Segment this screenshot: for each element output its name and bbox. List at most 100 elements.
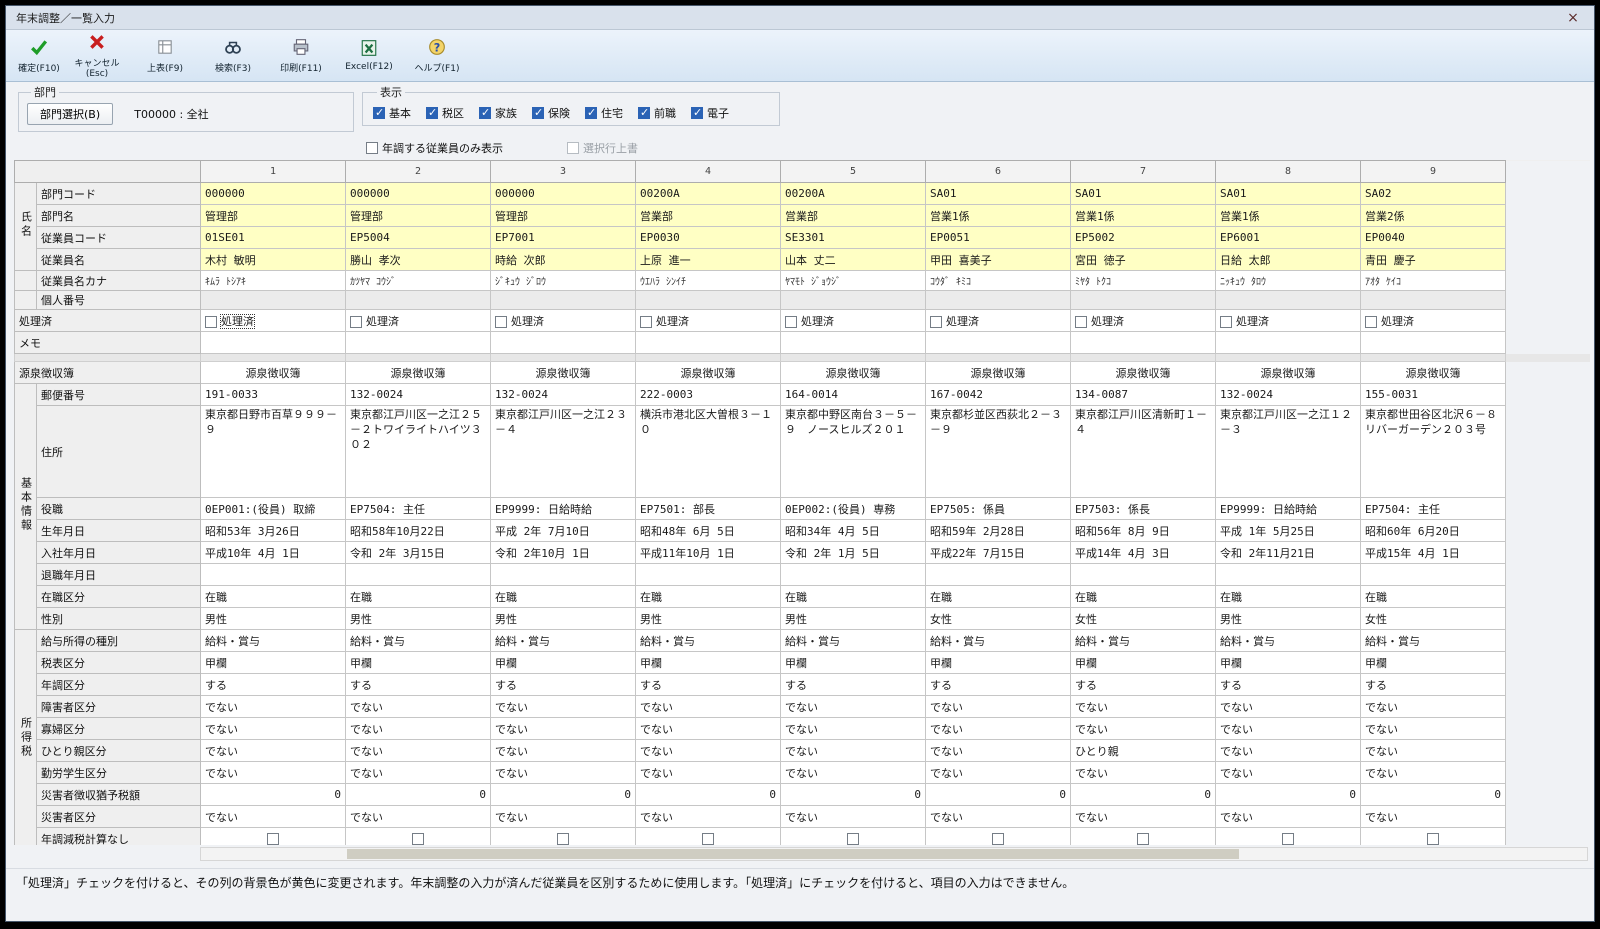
grid-cell[interactable] — [201, 291, 346, 310]
grid-cell[interactable]: 令和 2年 1月 5日 — [781, 542, 926, 564]
processed-checkbox[interactable] — [495, 316, 507, 328]
grid-cell[interactable]: 昭和59年 2月28日 — [926, 520, 1071, 542]
column-header[interactable]: 2 — [346, 161, 491, 183]
grid-cell[interactable]: でない — [636, 718, 781, 740]
grid-cell[interactable]: でない — [201, 762, 346, 784]
grid-cell[interactable]: でない — [636, 806, 781, 828]
grid-cell[interactable]: する — [201, 674, 346, 696]
checkbox-checked-icon[interactable] — [585, 107, 597, 119]
grid-cell[interactable] — [201, 828, 346, 846]
grid-cell[interactable] — [781, 332, 926, 354]
display-option-housing[interactable]: 住宅 — [585, 105, 623, 121]
grid-cell[interactable]: EP0051 — [926, 227, 1071, 249]
grid-cell[interactable] — [926, 564, 1071, 586]
grid-cell[interactable]: 処理済 — [636, 310, 781, 332]
grid-cell[interactable]: 平成 2年 7月10日 — [491, 520, 636, 542]
grid-cell[interactable] — [1071, 828, 1216, 846]
grid-cell[interactable]: 132-0024 — [1216, 384, 1361, 406]
grid-cell[interactable] — [346, 828, 491, 846]
grid-cell[interactable]: でない — [346, 806, 491, 828]
no-reduction-checkbox[interactable] — [1282, 833, 1294, 845]
grid-cell[interactable]: 横浜市港北区大曽根３－１０ — [636, 406, 781, 498]
grid-cell[interactable]: 東京都杉並区西荻北２－３－９ — [926, 406, 1071, 498]
display-option-prevjob[interactable]: 前職 — [638, 105, 676, 121]
grid-cell[interactable]: 在職 — [201, 586, 346, 608]
grid-cell[interactable]: でない — [1361, 740, 1506, 762]
grid-cell[interactable]: EP0040 — [1361, 227, 1506, 249]
grid-cell[interactable]: 令和 2年11月21日 — [1216, 542, 1361, 564]
grid-cell[interactable]: 00200A — [781, 183, 926, 205]
grid-cell[interactable] — [491, 291, 636, 310]
grid-cell[interactable]: でない — [781, 718, 926, 740]
processed-checkbox[interactable] — [1075, 316, 1087, 328]
department-select-button[interactable]: 部門選択(B) — [27, 103, 113, 125]
grid-cell[interactable]: 昭和53年 3月26日 — [201, 520, 346, 542]
grid-cell[interactable] — [781, 828, 926, 846]
no-reduction-checkbox[interactable] — [557, 833, 569, 845]
grid-cell[interactable]: 在職 — [491, 586, 636, 608]
grid-cell[interactable]: ひとり親 — [1071, 740, 1216, 762]
grid-cell[interactable] — [926, 332, 1071, 354]
grid-cell[interactable]: でない — [636, 740, 781, 762]
grid-cell[interactable]: 東京都江戸川区一之江２５－２トワイライトハイツ３０２ — [346, 406, 491, 498]
grid-cell[interactable]: 処理済 — [201, 310, 346, 332]
grid-cell[interactable]: 0 — [1361, 784, 1506, 806]
grid-cell[interactable] — [201, 564, 346, 586]
grid-cell[interactable]: 在職 — [926, 586, 1071, 608]
processed-checkbox[interactable] — [640, 316, 652, 328]
processed-checkbox[interactable] — [1220, 316, 1232, 328]
grid-cell[interactable]: 女性 — [1361, 608, 1506, 630]
grid-cell[interactable]: 0 — [491, 784, 636, 806]
display-option-taxclass[interactable]: 税区 — [426, 105, 464, 121]
grid-cell[interactable] — [1216, 291, 1361, 310]
grid-cell[interactable] — [781, 564, 926, 586]
grid-cell[interactable]: 管理部 — [491, 205, 636, 227]
grid-cell[interactable] — [346, 332, 491, 354]
grid-cell[interactable]: 在職 — [781, 586, 926, 608]
grid-cell[interactable]: 昭和34年 4月 5日 — [781, 520, 926, 542]
grid-cell[interactable] — [491, 828, 636, 846]
grid-cell[interactable]: でない — [1071, 696, 1216, 718]
column-header[interactable]: 5 — [781, 161, 926, 183]
grid-cell[interactable]: 0 — [781, 784, 926, 806]
grid-cell[interactable]: 東京都世田谷区北沢６－８リバーガーデン２０３号 — [1361, 406, 1506, 498]
grid-cell[interactable]: 女性 — [926, 608, 1071, 630]
grid-cell[interactable]: でない — [781, 740, 926, 762]
grid-cell[interactable]: EP9999: 日給時給 — [491, 498, 636, 520]
grid-cell[interactable]: 日給 太郎 — [1216, 249, 1361, 271]
grid-cell[interactable]: でない — [491, 806, 636, 828]
grid-cell[interactable]: 平成10年 4月 1日 — [201, 542, 346, 564]
grid-cell[interactable]: ｳｴﾊﾗ ｼﾝｲﾁ — [636, 271, 781, 291]
processed-checkbox[interactable] — [205, 316, 217, 328]
grid-cell[interactable]: 給料・賞与 — [781, 630, 926, 652]
grid-cell[interactable]: 東京都江戸川区一之江１２－３ — [1216, 406, 1361, 498]
grid-cell[interactable]: 155-0031 — [1361, 384, 1506, 406]
display-option-insurance[interactable]: 保険 — [532, 105, 570, 121]
horizontal-scrollbar[interactable] — [200, 847, 1588, 861]
grid-cell[interactable]: 167-0042 — [926, 384, 1071, 406]
grid-cell[interactable]: 昭和58年10月22日 — [346, 520, 491, 542]
grid-cell[interactable]: 処理済 — [1071, 310, 1216, 332]
grid-cell[interactable]: 処理済 — [926, 310, 1071, 332]
grid-cell[interactable]: 平成 1年 5月25日 — [1216, 520, 1361, 542]
grid-cell[interactable]: でない — [1361, 762, 1506, 784]
grid-cell[interactable]: EP0030 — [636, 227, 781, 249]
grid-cell[interactable]: 昭和60年 6月20日 — [1361, 520, 1506, 542]
grid-cell[interactable]: 132-0024 — [491, 384, 636, 406]
grid-cell[interactable]: 営業1係 — [1071, 205, 1216, 227]
grid-cell[interactable]: SA01 — [1071, 183, 1216, 205]
grid-cell[interactable] — [1071, 291, 1216, 310]
grid-cell[interactable]: でない — [636, 762, 781, 784]
grid-cell[interactable] — [636, 564, 781, 586]
checkbox-checked-icon[interactable] — [532, 107, 544, 119]
grid-cell[interactable]: 0 — [1071, 784, 1216, 806]
grid-cell[interactable]: 甲欄 — [346, 652, 491, 674]
grid-cell[interactable]: でない — [491, 696, 636, 718]
processed-checkbox[interactable] — [350, 316, 362, 328]
processed-checkbox[interactable] — [785, 316, 797, 328]
grid-cell[interactable]: 昭和56年 8月 9日 — [1071, 520, 1216, 542]
grid-cell[interactable]: ﾐﾔﾀ ﾄｸｺ — [1071, 271, 1216, 291]
grid-cell[interactable]: 甲欄 — [781, 652, 926, 674]
grid-cell[interactable]: 処理済 — [1361, 310, 1506, 332]
grid-cell[interactable]: でない — [1361, 696, 1506, 718]
